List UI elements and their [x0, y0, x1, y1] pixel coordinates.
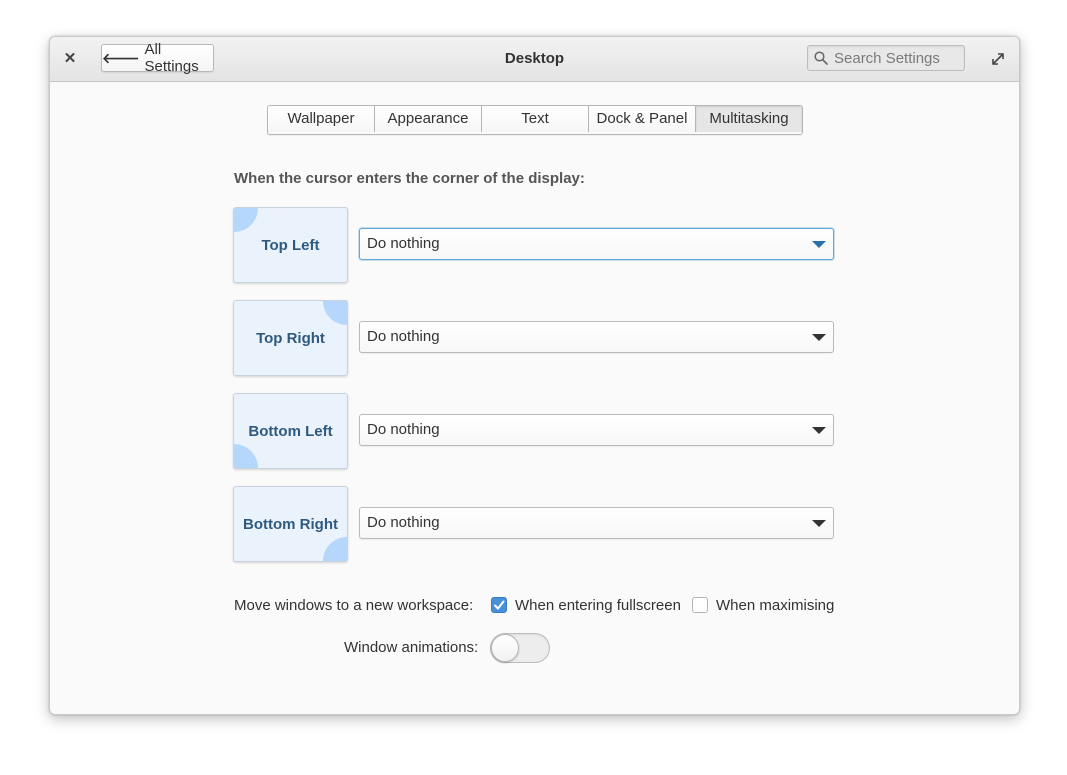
settings-window: ✕ 🡐 All Settings Desktop Wallpaper Appea…: [49, 36, 1020, 715]
tab-text[interactable]: Text: [482, 106, 589, 132]
top-right-action-dropdown[interactable]: Do nothing: [359, 321, 834, 353]
maximising-checkbox[interactable]: [692, 597, 708, 613]
corner-tile-top-left[interactable]: Top Left: [233, 207, 348, 283]
hot-corners-heading: When the cursor enters the corner of the…: [234, 170, 585, 187]
corner-label: Top Left: [261, 236, 320, 254]
corner-tile-bottom-right[interactable]: Bottom Right: [233, 486, 348, 562]
tab-multitasking[interactable]: Multitasking: [696, 106, 802, 132]
corner-label: Bottom Left: [248, 422, 333, 440]
corner-row-top-right: Top Right Do nothing: [233, 300, 835, 376]
corner-row-bottom-right: Bottom Right Do nothing: [233, 486, 835, 562]
bottom-right-action-dropdown[interactable]: Do nothing: [359, 507, 834, 539]
corner-row-top-left: Top Left Do nothing: [233, 207, 835, 283]
dropdown-caret-icon: [812, 241, 826, 248]
tab-appearance[interactable]: Appearance: [375, 106, 482, 132]
all-settings-label: All Settings: [144, 41, 199, 75]
titlebar: ✕ 🡐 All Settings Desktop: [50, 37, 1019, 82]
dropdown-caret-icon: [812, 520, 826, 527]
close-icon[interactable]: ✕: [62, 49, 78, 69]
maximize-icon[interactable]: [990, 51, 1006, 67]
maximising-checkbox-label[interactable]: When maximising: [716, 596, 834, 616]
dropdown-value: Do nothing: [367, 328, 440, 345]
corner-tile-bottom-left[interactable]: Bottom Left: [233, 393, 348, 469]
window-animations-label: Window animations:: [344, 639, 479, 656]
fullscreen-checkbox[interactable]: [491, 597, 507, 613]
dropdown-value: Do nothing: [367, 235, 440, 252]
workspace-label: Move windows to a new workspace:: [234, 597, 474, 614]
corner-label: Bottom Right: [243, 515, 338, 533]
tab-dock-panel[interactable]: Dock & Panel: [589, 106, 696, 132]
top-left-action-dropdown[interactable]: Do nothing: [359, 228, 834, 260]
corner-tile-top-right[interactable]: Top Right: [233, 300, 348, 376]
section-tabs: Wallpaper Appearance Text Dock & Panel M…: [267, 105, 803, 135]
back-arrow-icon: 🡐: [102, 49, 140, 66]
corner-label: Top Right: [256, 329, 325, 347]
all-settings-button[interactable]: 🡐 All Settings: [101, 41, 214, 75]
bottom-left-action-dropdown[interactable]: Do nothing: [359, 414, 834, 446]
switch-knob: [491, 634, 519, 662]
tab-wallpaper[interactable]: Wallpaper: [268, 106, 375, 132]
search-field[interactable]: [807, 45, 965, 71]
dropdown-value: Do nothing: [367, 421, 440, 438]
fullscreen-checkbox-label[interactable]: When entering fullscreen: [515, 596, 681, 616]
checkmark-icon: [494, 600, 505, 610]
dropdown-value: Do nothing: [367, 514, 440, 531]
corner-row-bottom-left: Bottom Left Do nothing: [233, 393, 835, 469]
dropdown-caret-icon: [812, 334, 826, 341]
dropdown-caret-icon: [812, 427, 826, 434]
search-icon: [814, 51, 828, 65]
workspace-row: Move windows to a new workspace: When en…: [234, 596, 854, 616]
search-input[interactable]: [834, 46, 962, 70]
window-animations-switch[interactable]: [490, 633, 550, 663]
